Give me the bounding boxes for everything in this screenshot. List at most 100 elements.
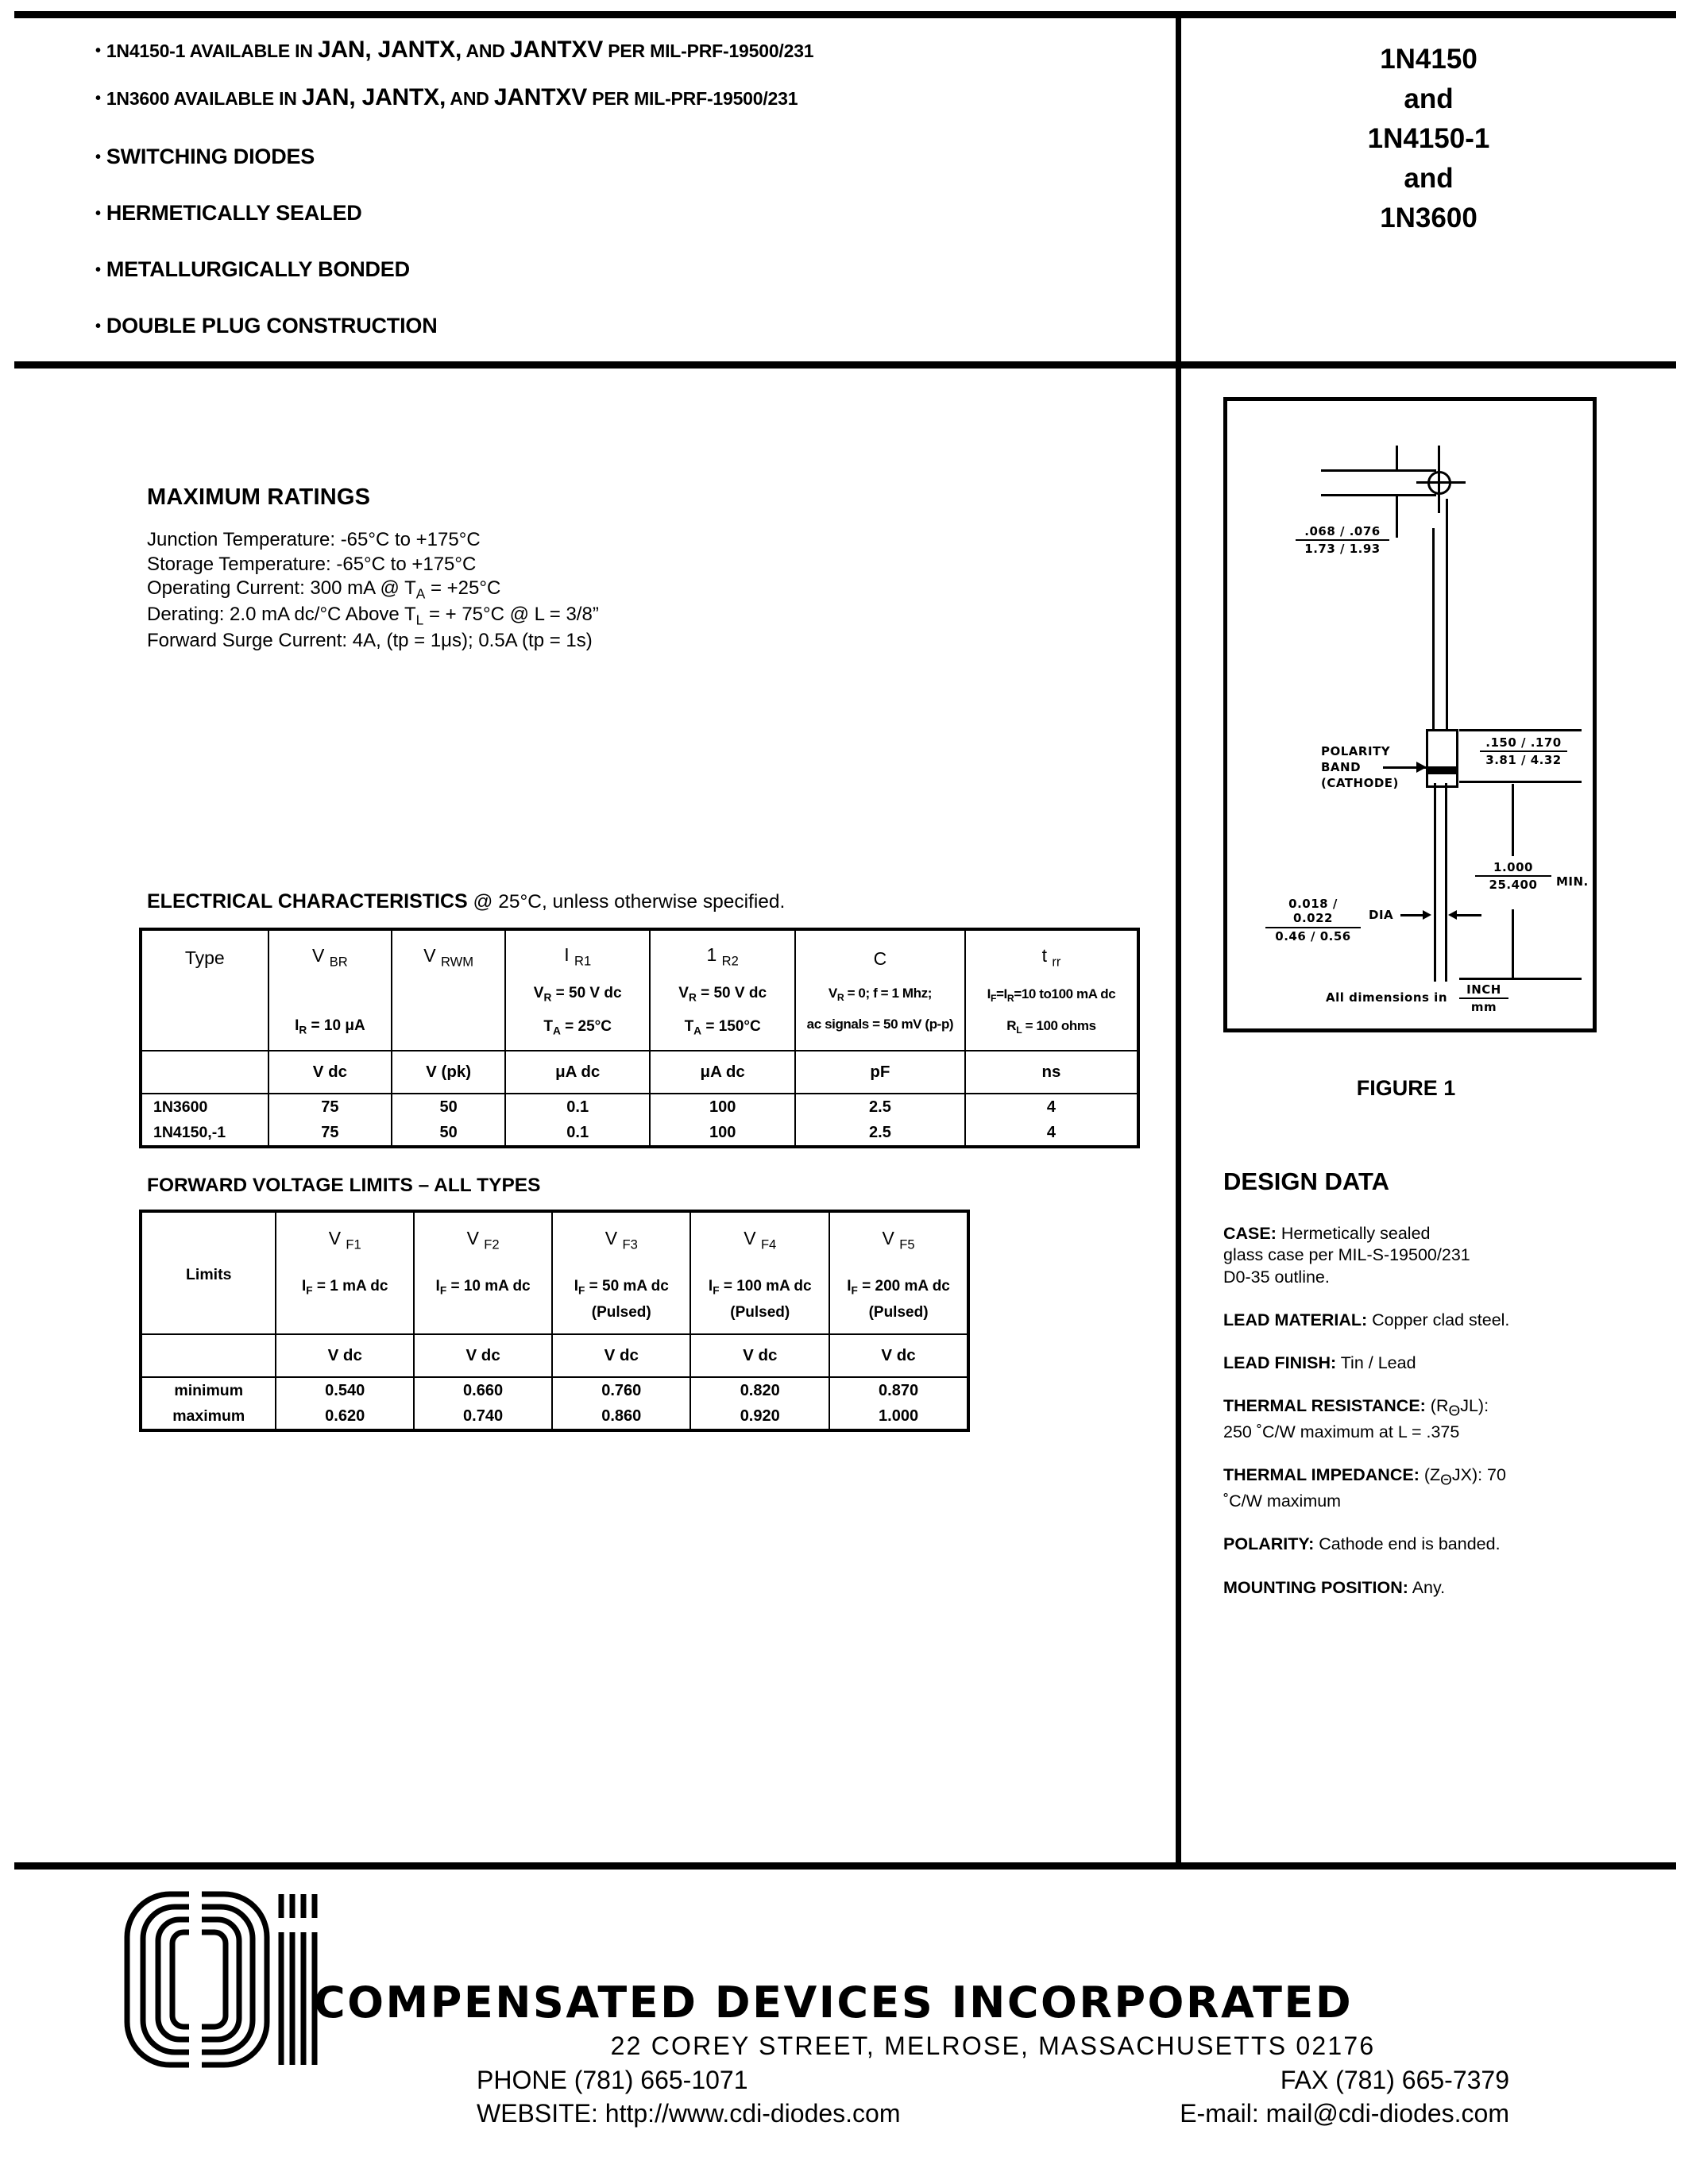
lead-diameter-dimension: 0.018 / 0.022 0.46 / 0.56 [1265,897,1361,943]
ext-line-body-bottom [1459,781,1582,783]
column-header-6: t rr IF=IR=10 to100 mA dc RL = 100 ohms [964,928,1140,1051]
design-data-label: POLARITY: [1223,1534,1315,1554]
datasheet-page: • 1N4150-1 AVAILABLE IN JAN, JANTX, AND J… [0,0,1688,2184]
bullet-icon: • [95,149,101,166]
feature-item: • HERMETICALLY SEALED [95,201,362,225]
phone-fax-row: PHONE (781) 665-1071 FAX (781) 665-7379 [477,2063,1509,2097]
data-cell: 0.540 [275,1376,415,1403]
design-data-label: CASE: [1223,1224,1277,1243]
data-cell: 100 [649,1093,796,1120]
column-header-limits: Limits [139,1210,277,1335]
column-header-4: V F4 IF = 100 mA dc (Pulsed) [689,1210,831,1335]
maximum-ratings-lines: Junction Temperature: -65°C to +175°C Sto… [147,528,782,653]
lead-length-dim-line-lower [1512,909,1514,978]
phone-number: PHONE (781) 665-1071 [477,2065,748,2094]
table-header-row: Limits V F1 IF = 1 mA dc V F2 IF = 10 mA dc… [139,1210,969,1335]
design-data-heading: DESIGN DATA [1223,1167,1389,1195]
centermark-circle [1427,471,1451,495]
data-cell: 4 [964,1093,1140,1120]
units-row: V dc V (pk) μA dc μA dc pF ns [140,1050,1140,1094]
row-limit-label: minimum [139,1376,277,1403]
design-data-item: LEAD MATERIAL: Copper clad steel. [1223,1310,1510,1329]
data-cell: 0.760 [551,1376,692,1403]
part-title-line: 1N4150 [1380,44,1477,75]
electrical-characteristics-table: Type V BR IR = 10 μA V RWM I R1 VR = 50 V … [139,928,1140,1148]
column-header-2: V F2 IF = 10 mA dc [412,1210,554,1335]
data-cell: 4 [964,1120,1140,1148]
table-row: 1N4150,-1 75 50 0.1 100 2.5 4 [140,1120,1140,1148]
cdi-logo-icon [124,1891,318,2068]
data-cell: 0.660 [412,1376,554,1403]
data-cell: 0.860 [551,1403,692,1431]
data-cell: 50 [391,1093,506,1120]
design-data-label: THERMAL RESISTANCE: [1223,1396,1426,1416]
dim-arrow-stem-top [1396,446,1398,469]
column-header-0: Type [140,928,269,1051]
data-cell: 0.740 [412,1403,554,1431]
lead-dia-leader-right [1454,914,1481,916]
data-cell: 75 [267,1120,393,1148]
data-cell: 50 [391,1120,506,1148]
lead-diameter-inch: 0.018 / 0.022 [1265,897,1361,928]
lead-upper-right [1446,499,1448,729]
website-url[interactable]: WEBSITE: http://www.cdi-diodes.com [477,2097,901,2131]
column-header-1: V BR IR = 10 μA [267,928,393,1051]
part-title-line: and [1404,83,1454,115]
rating-line: Forward Surge Current: 4A, (tp = 1μs); 0… [147,629,593,651]
data-cell: 0.870 [829,1376,969,1403]
units-note-label: All dimensions in [1326,990,1447,1005]
web-email-row: WEBSITE: http://www.cdi-diodes.com E-mai… [477,2097,1509,2131]
diode-body [1426,729,1458,788]
data-cell: 0.1 [504,1120,651,1148]
bullet-icon: • [95,205,101,222]
rating-line: Operating Current: 300 mA @ TA = +25°C [147,577,501,602]
table-row: 1N3600 75 50 0.1 100 2.5 4 [140,1093,1140,1120]
ext-line-lead-bottom [1459,978,1582,980]
cdi-logo [119,1886,318,2073]
design-data-item: THERMAL RESISTANCE: (RΘJL): 250 ˚C/W maxi… [1223,1396,1489,1442]
unit-cell: V dc [551,1333,692,1378]
email-address[interactable]: E-mail: mail@cdi-diodes.com [1180,2097,1509,2131]
lead-dia-arrow-left [1423,910,1431,920]
unit-cell: μA dc [504,1050,651,1094]
units-inch: INCH [1459,982,1508,1000]
unit-cell: V dc [275,1333,415,1378]
design-data-item: MOUNTING POSITION: Any. [1223,1577,1446,1597]
design-data-label: LEAD FINISH: [1223,1353,1337,1373]
data-cell: 0.820 [689,1376,831,1403]
data-cell: 2.5 [794,1093,966,1120]
rating-line: Junction Temperature: -65°C to +175°C [147,529,481,550]
header-top-rule [14,11,1676,18]
address-block: 22 COREY STREET, MELROSE, MASSACHUSETTS … [477,2029,1509,2131]
mechanical-drawing-figure: .068 / .076 1.73 / 1.93 POLARITY BAND (C… [1223,397,1597,1032]
unit-cell: V dc [689,1333,831,1378]
forward-voltage-heading: FORWARD VOLTAGE LIMITS – ALL TYPES [147,1175,541,1196]
body-diameter-mm: 1.73 / 1.93 [1304,542,1381,557]
feature-item: • 1N4150-1 AVAILABLE IN JAN, JANTX, AND J… [95,37,814,63]
polarity-band-label-line1: POLARITY [1321,744,1391,758]
forward-voltage-table: Limits V F1 IF = 1 mA dc V F2 IF = 10 mA dc… [139,1210,970,1432]
polarity-leader-arrow [1416,762,1427,773]
design-data-items: CASE: Hermetically sealed glass case per … [1223,1223,1652,1599]
unit-cell: pF [794,1050,966,1094]
data-cell: 0.1 [504,1093,651,1120]
design-data-section: DESIGN DATA CASE: Hermetically sealed gla… [1223,1167,1652,1620]
table-header-row: Type V BR IR = 10 μA V RWM I R1 VR = 50 V … [140,928,1140,1051]
row-type-label: 1N3600 [140,1093,269,1120]
column-header-2: V RWM [391,928,506,1051]
part-number-title: 1N4150 and 1N4150-1 and 1N3600 [1181,40,1676,238]
polarity-band [1426,766,1458,774]
unit-cell [140,1050,269,1094]
lead-length-dim-line-upper [1512,784,1514,856]
unit-cell: V (pk) [391,1050,506,1094]
unit-cell: V dc [412,1333,554,1378]
ext-line-body-top [1459,729,1582,731]
unit-cell: μA dc [649,1050,796,1094]
lead-dia-arrow-right [1448,910,1457,920]
data-cell: 0.920 [689,1403,831,1431]
maximum-ratings-heading: MAXIMUM RATINGS [147,484,371,510]
dim-line-top-lower [1321,494,1436,496]
feature-item: • 1N3600 AVAILABLE IN JAN, JANTX, AND JAN… [95,84,798,110]
bullet-icon: • [95,261,101,279]
figure-caption: FIGURE 1 [1356,1076,1456,1100]
